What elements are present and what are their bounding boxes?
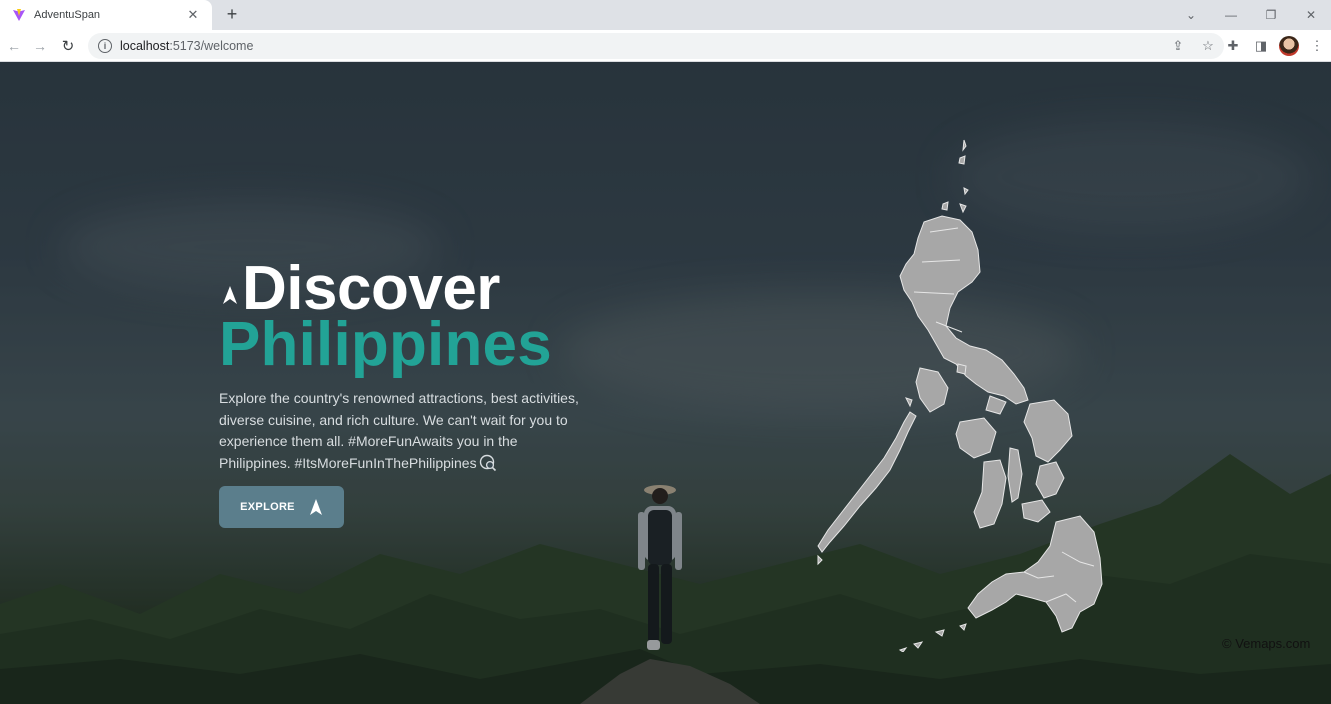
search-location-icon <box>479 454 496 471</box>
browser-tab-bar: AdventuSpan ✕ + ⌄ — ❐ ✕ <box>0 0 1331 30</box>
tab-title: AdventuSpan <box>34 9 101 21</box>
vite-icon <box>12 8 26 22</box>
address-bar[interactable]: i localhost :5173/welcome ⇪ ☆ <box>88 33 1224 59</box>
hero-title-philippines: Philippines <box>219 310 552 379</box>
navigation-arrow-icon <box>223 286 237 304</box>
url-path: :5173/welcome <box>169 39 254 53</box>
philippines-map <box>817 139 1103 652</box>
reload-icon[interactable]: ↻ <box>58 36 78 56</box>
extensions-icon[interactable]: ✚ <box>1223 36 1243 56</box>
new-tab-button[interactable]: + <box>222 4 242 24</box>
navigation-arrow-icon <box>309 499 322 515</box>
address-bar-actions: ⇪ ☆ <box>1168 36 1218 56</box>
welcome-page: Discover Philippines Explore the country… <box>0 62 1331 704</box>
browser-toolbar: ← → ↻ i localhost :5173/welcome ⇪ ☆ ✚ ◨ … <box>0 30 1331 62</box>
share-icon[interactable]: ⇪ <box>1168 36 1188 56</box>
map-credit: © Vemaps.com <box>1222 636 1311 651</box>
toolbar-actions: ✚ ◨ ⋮ <box>1223 36 1327 56</box>
close-window-icon[interactable]: ✕ <box>1291 0 1331 30</box>
back-icon[interactable]: ← <box>4 36 24 56</box>
site-info-icon[interactable]: i <box>98 39 112 53</box>
close-tab-icon[interactable]: ✕ <box>184 6 202 24</box>
bookmark-star-icon[interactable]: ☆ <box>1198 36 1218 56</box>
minimize-icon[interactable]: — <box>1211 0 1251 30</box>
browser-tab[interactable]: AdventuSpan ✕ <box>0 0 212 30</box>
restore-icon[interactable]: ❐ <box>1251 0 1291 30</box>
forward-icon[interactable]: → <box>30 36 50 56</box>
chevron-down-icon[interactable]: ⌄ <box>1171 0 1211 30</box>
dark-overlay <box>0 62 1331 704</box>
explore-button[interactable]: EXPLORE <box>219 486 344 528</box>
more-menu-icon[interactable]: ⋮ <box>1307 36 1327 56</box>
explore-button-label: EXPLORE <box>240 501 295 513</box>
hero-description-text: Explore the country's renowned attractio… <box>219 390 579 471</box>
hero-section: Discover Philippines Explore the country… <box>219 250 619 528</box>
url-host: localhost <box>120 39 170 53</box>
window-controls: ⌄ — ❐ ✕ <box>1171 0 1331 30</box>
profile-avatar[interactable] <box>1279 36 1299 56</box>
side-panel-icon[interactable]: ◨ <box>1251 36 1271 56</box>
hero-description: Explore the country's renowned attractio… <box>219 388 591 474</box>
